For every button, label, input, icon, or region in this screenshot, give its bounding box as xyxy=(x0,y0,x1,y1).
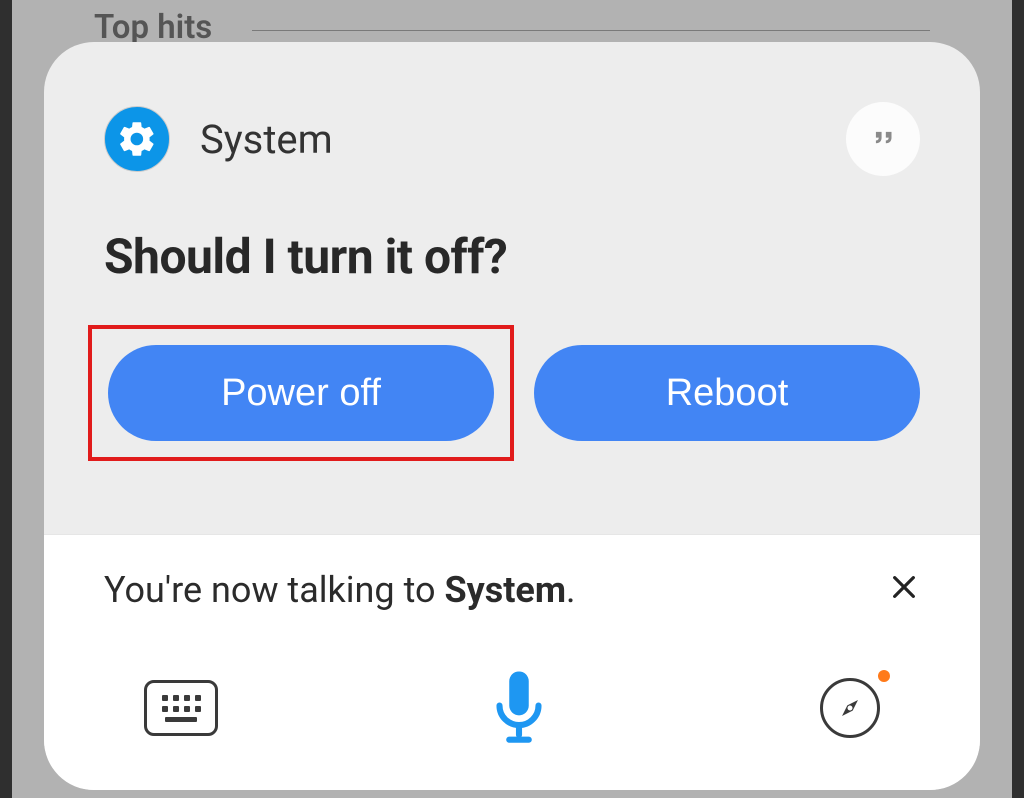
reboot-button[interactable]: Reboot xyxy=(534,345,920,441)
assistant-prompt: Should I turn it off? xyxy=(44,176,980,285)
compass-icon[interactable] xyxy=(820,678,880,738)
power-off-highlight: Power off xyxy=(88,325,514,461)
status-row: You're now talking to System. xyxy=(44,535,980,611)
close-icon[interactable] xyxy=(888,569,920,611)
divider xyxy=(252,30,930,31)
microphone-icon[interactable] xyxy=(489,669,549,747)
system-gear-icon xyxy=(104,106,170,172)
input-action-row xyxy=(44,611,980,747)
quote-button[interactable] xyxy=(846,102,920,176)
status-suffix: . xyxy=(566,569,576,611)
system-label: System xyxy=(200,116,333,163)
status-text: You're now talking to System. xyxy=(104,569,576,611)
action-button-row: Power off Reboot xyxy=(44,285,980,481)
power-off-button[interactable]: Power off xyxy=(108,345,494,441)
status-entity: System xyxy=(444,569,566,611)
status-prefix: You're now talking to xyxy=(104,569,444,611)
assistant-dialog: System Should I turn it off? Power off R… xyxy=(44,42,980,790)
reboot-wrap: Reboot xyxy=(534,345,920,441)
notification-dot-icon xyxy=(878,670,890,682)
bottom-panel: You're now talking to System. xyxy=(44,534,980,790)
keyboard-icon[interactable] xyxy=(144,680,218,736)
dialog-header: System xyxy=(44,42,980,176)
